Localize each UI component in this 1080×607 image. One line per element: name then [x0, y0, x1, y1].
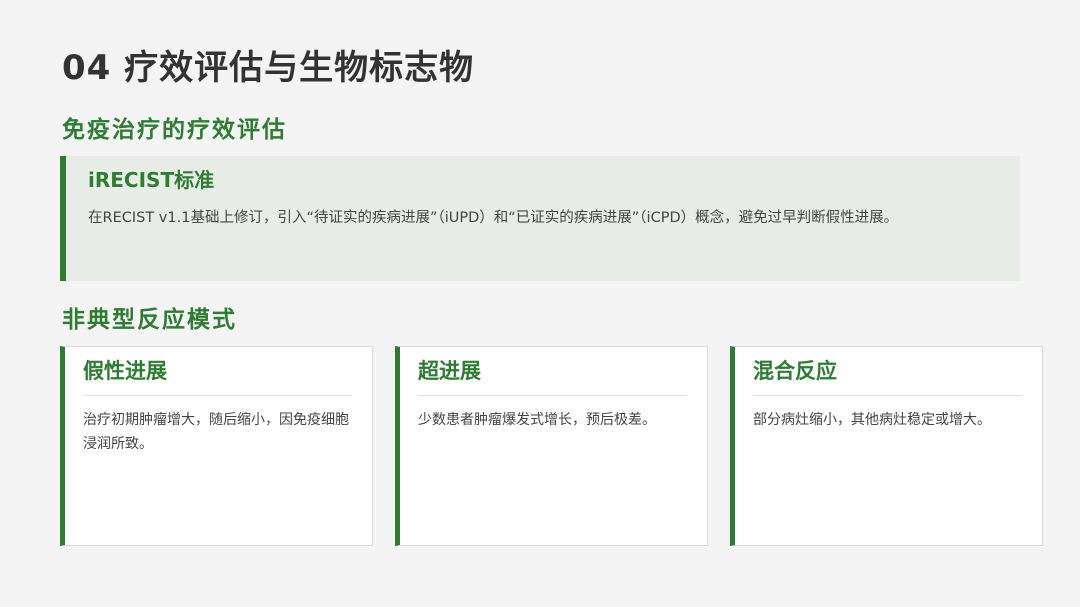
section-title-efficacy: 免疫治疗的疗效评估	[62, 117, 287, 143]
callout-title: iRECIST标准	[88, 168, 215, 192]
callout-text: 在RECIST v1.1基础上修订，引入“待证实的疾病进展”（iUPD）和“已证…	[88, 210, 899, 226]
slide: 04 疗效评估与生物标志物 免疫治疗的疗效评估 iRECIST标准 在RECIS…	[0, 0, 1080, 607]
card-title: 超进展	[418, 355, 687, 396]
card-text: 部分病灶缩小，其他病灶稳定或增大。	[753, 412, 991, 428]
card-title: 假性进展	[83, 355, 352, 396]
page-title: 04 疗效评估与生物标志物	[62, 48, 475, 88]
card-pseudo-progression: 假性进展 治疗初期肿瘤增大，随后缩小，因免疫细胞浸润所致。	[60, 346, 373, 546]
card-text: 少数患者肿瘤爆发式增长，预后极差。	[418, 412, 656, 428]
card-title: 混合反应	[753, 355, 1022, 396]
section-title-atypical: 非典型反应模式	[62, 307, 237, 333]
card-hyper-progression: 超进展 少数患者肿瘤爆发式增长，预后极差。	[395, 346, 708, 546]
card-mixed-response: 混合反应 部分病灶缩小，其他病灶稳定或增大。	[730, 346, 1043, 546]
card-text: 治疗初期肿瘤增大，随后缩小，因免疫细胞浸润所致。	[83, 412, 349, 452]
irecist-callout: iRECIST标准 在RECIST v1.1基础上修订，引入“待证实的疾病进展”…	[60, 156, 1020, 281]
